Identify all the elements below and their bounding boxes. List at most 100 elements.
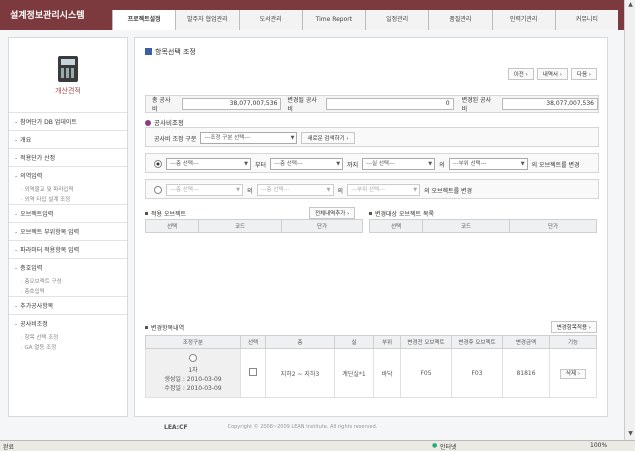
from-text: 부터 — [255, 161, 267, 169]
sidebar: 개산견적 - 참여단가 DB 업데이트 - 개요 - 적용단가 산정 - 의역입력 · … — [8, 37, 128, 417]
prev-button[interactable]: 이전 › — [507, 68, 534, 80]
section-bullet-icon — [145, 120, 151, 126]
delete-button[interactable]: 삭제 › — [559, 369, 587, 379]
chevron-down-icon: ▼ — [244, 161, 248, 167]
scrollbar[interactable]: ▲ ▼ — [624, 0, 635, 440]
changed-cost-field: 38,077,007,536 — [502, 98, 598, 110]
chevron-down-icon: ▼ — [236, 187, 240, 193]
room-select[interactable]: ---실 선택--- ▼ — [362, 158, 436, 170]
footer-logo: LEA:CF — [164, 423, 188, 431]
scroll-down-icon[interactable]: ▼ — [626, 430, 635, 439]
sidebar-item-unit-db[interactable]: - 참여단가 DB 업데이트 — [9, 112, 127, 130]
chevron-down-icon: ▼ — [413, 187, 418, 193]
total-cost-label: 총 공사비 — [152, 97, 171, 113]
col-amount: 변경금액 — [502, 335, 550, 349]
nav-tab-client[interactable]: 발주자 협업관리 — [175, 10, 239, 30]
totals-bar: 총 공사비 38,077,007,536 변경될 공사비 0 변경된 공사비 3… — [145, 95, 599, 113]
before-cell: F05 — [400, 348, 452, 398]
app-title[interactable]: 설계정보관리시스템 — [10, 8, 85, 21]
of-text: 의 — [439, 161, 445, 169]
col-room: 실 — [334, 335, 374, 349]
floor-select-2[interactable]: ---층 선택--- ▼ — [256, 184, 334, 196]
sidebar-subitem[interactable]: · 외역 타입 설계 조정 — [9, 194, 127, 204]
title-bullet-icon — [145, 48, 152, 55]
status-bar: 완료 ● 인터넷 100% — [0, 440, 635, 451]
to-text: 까지 — [347, 161, 359, 169]
col-select: 선택 — [145, 219, 199, 233]
of-text: 의 — [247, 187, 253, 195]
nav-tab-schedule[interactable]: 일정관리 — [365, 10, 429, 30]
sidebar-item-object[interactable]: - 오브젝트입력 — [9, 204, 127, 222]
changing-cost-label: 변경될 공사비 — [287, 97, 317, 113]
row-radio[interactable] — [189, 353, 197, 362]
sidebar-subitem[interactable]: · 외역물교 및 파라입력 — [9, 184, 127, 194]
change-object-text: 의 오브젝트를 변경 — [531, 161, 580, 169]
page-nav-buttons: 이전 › 내역서 › 다음 › — [507, 68, 597, 80]
sidebar-subitem[interactable]: · 층오브젝트 구성 — [9, 276, 127, 286]
sidebar-item-extra[interactable]: - 추가공사항목 — [9, 296, 127, 314]
app-window: 설계정보관리시스템 프로젝트설정 발주자 협업관리 도서관리 Time Repo… — [0, 0, 624, 440]
sidebar-item-overview[interactable]: - 개요 — [9, 130, 127, 148]
change-object-text: 의 오브젝트를 변경 — [424, 187, 473, 195]
col-price: 단가 — [509, 219, 597, 233]
estimate-button[interactable]: 내역서 › — [536, 68, 568, 80]
top-bar: 설계정보관리시스템 프로젝트설정 발주자 협업관리 도서관리 Time Repo… — [0, 0, 624, 30]
sidebar-item-exterior[interactable]: - 의역입력 — [9, 166, 127, 184]
sidebar-item-floor[interactable]: - 층호입력 — [9, 258, 127, 276]
sidebar-item-unit-calc[interactable]: - 적용단가 산정 — [9, 148, 127, 166]
nav-tab-time-report[interactable]: Time Report — [301, 10, 365, 30]
room-cell: 계단실*1 — [334, 348, 374, 398]
nav-tab-staff[interactable]: 인력기관리 — [491, 10, 555, 30]
col-floor: 층 — [265, 335, 335, 349]
sidebar-subitem[interactable]: · 층호입력 — [9, 286, 127, 296]
main-nav: 프로젝트설정 발주자 협업관리 도서관리 Time Report 일정관리 품질… — [112, 10, 618, 30]
changed-cost-label: 변경된 공사비 — [461, 97, 492, 113]
floor-radio[interactable] — [154, 186, 162, 194]
floor-select[interactable]: ---층 선택--- ▼ — [166, 184, 243, 196]
col-after: 변경후 오브젝트 — [451, 335, 503, 349]
from-floor-select[interactable]: ---층 선택--- ▼ — [166, 158, 251, 170]
col-function: 기능 — [549, 335, 597, 349]
calculator-icon — [58, 56, 78, 82]
sidebar-subitem[interactable]: · 항목 선택 조정 — [9, 332, 127, 342]
to-floor-select[interactable]: ---층 선택--- ▼ — [270, 158, 344, 170]
main-content: 항목선택 조정 이전 › 내역서 › 다음 › 총 공사비 38,077,007… — [134, 37, 608, 417]
part-select[interactable]: ---부위 선택--- ▼ — [448, 158, 528, 170]
sidebar-item-cost-adjust[interactable]: - 공사비조정 — [9, 314, 127, 332]
next-button[interactable]: 다음 › — [570, 68, 597, 80]
sidebar-item-parameter[interactable]: - 파라미터 적용항목 입력 — [9, 240, 127, 258]
zoom-level[interactable]: 100% — [590, 442, 607, 449]
after-cell: F03 — [451, 348, 503, 398]
col-price: 단가 — [281, 219, 363, 233]
chevron-down-icon: ▼ — [336, 161, 341, 167]
of-text: 의 — [337, 187, 344, 195]
amount-cell: 81816 — [502, 348, 550, 398]
globe-icon: ● — [432, 442, 438, 449]
nav-tab-community[interactable]: 커뮤니티 — [554, 10, 618, 30]
col-code: 코드 — [422, 219, 510, 233]
applied-object-table: 선택 코드 단가 — [145, 219, 363, 233]
row-checkbox[interactable] — [249, 368, 257, 376]
adjust-type-select[interactable]: ---조정 구분 선택--- ▼ — [200, 132, 298, 144]
change-list-table: 조정구분 선택 층 실 부위 변경전 오브젝트 변경후 오브젝트 변경금액 기능… — [145, 335, 597, 398]
sidebar-subitem[interactable]: · GA 열등 조정 — [9, 342, 127, 352]
nav-tab-drawings[interactable]: 도서관리 — [238, 10, 302, 30]
range-radio[interactable] — [154, 160, 162, 168]
total-cost-field: 38,077,007,536 — [181, 98, 282, 110]
part-select-2[interactable]: ---부위 선택--- ▼ — [347, 184, 421, 196]
apply-changes-button[interactable]: 변경항목적용 › — [550, 321, 597, 333]
function-cell: 삭제 › — [549, 348, 597, 398]
scroll-up-icon[interactable]: ▲ — [626, 1, 635, 10]
nav-tab-quality[interactable]: 품질관리 — [428, 10, 492, 30]
col-select: 선택 — [240, 335, 266, 349]
add-all-button[interactable]: 전체내역추가 › — [309, 207, 356, 219]
nav-tab-project[interactable]: 프로젝트설정 — [112, 10, 176, 30]
sidebar-item-object-part[interactable]: - 오브젝트 부위항목 입력 — [9, 222, 127, 240]
adjust-type-label: 공사비 조정 구분 — [154, 135, 197, 143]
search-button[interactable]: 새로운 검색하기 › — [301, 132, 355, 144]
select-cell — [240, 348, 266, 398]
chevron-down-icon: ▼ — [326, 187, 331, 193]
col-part: 부위 — [373, 335, 401, 349]
sidebar-menu: - 참여단가 DB 업데이트 - 개요 - 적용단가 산정 - 의역입력 · 외역물교 … — [9, 112, 127, 352]
table-row: 1차 생성일 : 2010-03-09 수정일 : 2010-03-09 지하2… — [145, 348, 597, 398]
